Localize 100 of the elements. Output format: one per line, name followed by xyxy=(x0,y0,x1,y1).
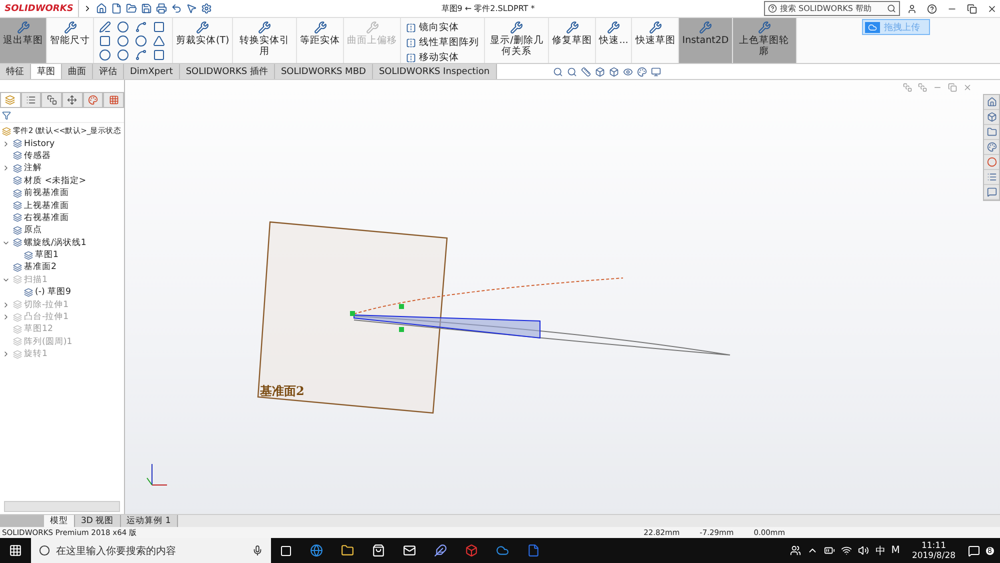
tree-item[interactable]: History xyxy=(24,138,55,149)
panel-tab[interactable] xyxy=(41,92,62,107)
pointer-icon[interactable] xyxy=(186,3,197,14)
palette-button[interactable] xyxy=(984,140,999,155)
ribbon-button[interactable]: 快速... xyxy=(596,18,632,63)
help-icon[interactable] xyxy=(927,4,937,14)
expand-icon[interactable] xyxy=(2,300,10,309)
tree-item[interactable]: 基准面2 xyxy=(24,261,56,274)
expand-icon[interactable] xyxy=(2,164,10,172)
command-tab[interactable]: SOLIDWORKS 插件 xyxy=(180,64,275,79)
browser-icon[interactable] xyxy=(310,544,323,557)
zoom-icon[interactable] xyxy=(552,66,563,76)
tree-item[interactable]: 草图1 xyxy=(35,249,58,262)
network-icon[interactable] xyxy=(841,545,852,556)
monitor-icon[interactable] xyxy=(650,66,661,76)
command-tab[interactable]: 评估 xyxy=(93,64,124,79)
cube-icon[interactable] xyxy=(608,66,619,76)
palette-icon[interactable] xyxy=(636,66,647,76)
ribbon-button[interactable]: 等距实体 xyxy=(297,18,344,63)
tile-icon[interactable] xyxy=(903,83,912,92)
command-tab[interactable]: 特征 xyxy=(0,64,31,79)
library-button[interactable] xyxy=(984,110,999,125)
open-icon[interactable] xyxy=(126,3,137,14)
mail-icon[interactable] xyxy=(403,544,416,557)
settings-icon[interactable] xyxy=(201,3,212,14)
command-tab[interactable]: 曲面 xyxy=(62,64,93,79)
view-tab[interactable]: 模型 xyxy=(44,515,75,527)
ribbon-button[interactable]: 移动实体 xyxy=(406,51,480,64)
tile-icon[interactable] xyxy=(918,83,927,92)
tree-item[interactable]: 注解 xyxy=(24,162,42,174)
sketch-tool-icon[interactable] xyxy=(153,35,165,47)
cube-icon[interactable] xyxy=(594,66,605,76)
tree-item[interactable]: 螺旋线/涡状线1 xyxy=(24,236,86,249)
search-field[interactable]: 搜索 SOLIDWORKS 帮助 xyxy=(764,1,900,16)
appearance-button[interactable] xyxy=(984,155,999,170)
ribbon-button[interactable]: 上色草图轮廓 xyxy=(732,18,797,63)
filter-icon[interactable] xyxy=(2,110,11,120)
user-icon[interactable] xyxy=(907,4,917,14)
panel-tab[interactable] xyxy=(82,92,104,107)
home-button[interactable] xyxy=(984,95,999,110)
folder-icon[interactable] xyxy=(341,544,354,557)
ribbon-button[interactable]: 显示/删除几何关系 xyxy=(485,18,550,63)
sketch-tool-icon[interactable] xyxy=(99,35,111,47)
tree-item[interactable]: 上视基准面 xyxy=(24,200,69,212)
sketch-tool-icon[interactable] xyxy=(99,21,111,33)
document-icon[interactable] xyxy=(527,544,540,557)
notification-icon[interactable] xyxy=(968,544,980,556)
sketch-tool-icon[interactable] xyxy=(99,49,111,61)
people-icon[interactable] xyxy=(790,545,802,556)
bird-icon[interactable] xyxy=(434,544,447,557)
cad-app-icon[interactable] xyxy=(465,544,478,557)
save-icon[interactable] xyxy=(141,3,152,14)
sketch-tool-icon[interactable] xyxy=(153,49,165,61)
panel-tab[interactable] xyxy=(103,92,124,107)
sketch-tool-icon[interactable] xyxy=(117,21,129,33)
sketch-tool-icon[interactable] xyxy=(135,49,147,61)
tree-item[interactable]: 原点 xyxy=(24,224,42,236)
taskbar-search-field[interactable]: 在这里输入你要搜索的内容 xyxy=(31,538,271,563)
sketch-tool-icon[interactable] xyxy=(153,21,165,33)
folder-button[interactable] xyxy=(984,125,999,140)
view-tab[interactable]: 3D 视图 xyxy=(75,515,121,527)
ribbon-button[interactable]: 退出草图 xyxy=(0,18,47,63)
cloud-icon[interactable] xyxy=(496,544,509,557)
task-view-icon[interactable] xyxy=(280,544,292,556)
home-icon[interactable] xyxy=(96,3,107,14)
zoom-icon[interactable] xyxy=(566,66,577,76)
panel-tab[interactable] xyxy=(62,92,83,107)
tree-item[interactable]: 传感器 xyxy=(24,150,51,162)
expand-icon[interactable] xyxy=(2,350,10,358)
ribbon-button[interactable]: 线性草图阵列 xyxy=(406,36,480,49)
undo-icon[interactable] xyxy=(171,3,182,14)
battery-icon[interactable] xyxy=(824,545,836,556)
command-tab[interactable]: SOLIDWORKS MBD xyxy=(274,64,373,79)
caret-icon[interactable] xyxy=(83,4,92,13)
close-icon[interactable] xyxy=(987,4,997,14)
input-language[interactable]: 中 xyxy=(875,544,886,558)
command-tab[interactable]: DimXpert xyxy=(124,64,180,79)
sketch-tool-icon[interactable] xyxy=(135,21,147,33)
volume-icon[interactable] xyxy=(858,545,870,556)
tree-item[interactable]: 材质 <未指定> xyxy=(24,174,86,187)
ribbon-button[interactable]: 修复草图 xyxy=(549,18,596,63)
store-icon[interactable] xyxy=(372,544,385,557)
ruler-icon[interactable] xyxy=(580,66,591,76)
eye-icon[interactable] xyxy=(622,66,633,76)
restore-icon[interactable] xyxy=(967,4,977,14)
panel-tab[interactable] xyxy=(20,92,42,107)
sketch-tool-icon[interactable] xyxy=(135,35,147,47)
sketch-tool-icon[interactable] xyxy=(117,49,129,61)
chat-button[interactable] xyxy=(984,185,999,200)
ribbon-button[interactable]: 智能尺寸 xyxy=(47,18,94,63)
expand-icon[interactable] xyxy=(2,313,10,322)
ribbon-button[interactable]: Instant2D xyxy=(679,18,733,63)
ribbon-button[interactable]: 转换实体引用 xyxy=(233,18,298,63)
new-file-icon[interactable] xyxy=(111,3,122,14)
ribbon-button[interactable]: 剪裁实体(T) xyxy=(173,18,234,63)
expand-icon[interactable] xyxy=(2,140,10,148)
tree-item[interactable]: 前视基准面 xyxy=(24,187,69,200)
input-mode[interactable]: M xyxy=(891,545,900,556)
command-tab[interactable]: SOLIDWORKS Inspection xyxy=(372,64,497,79)
print-icon[interactable] xyxy=(156,3,167,14)
